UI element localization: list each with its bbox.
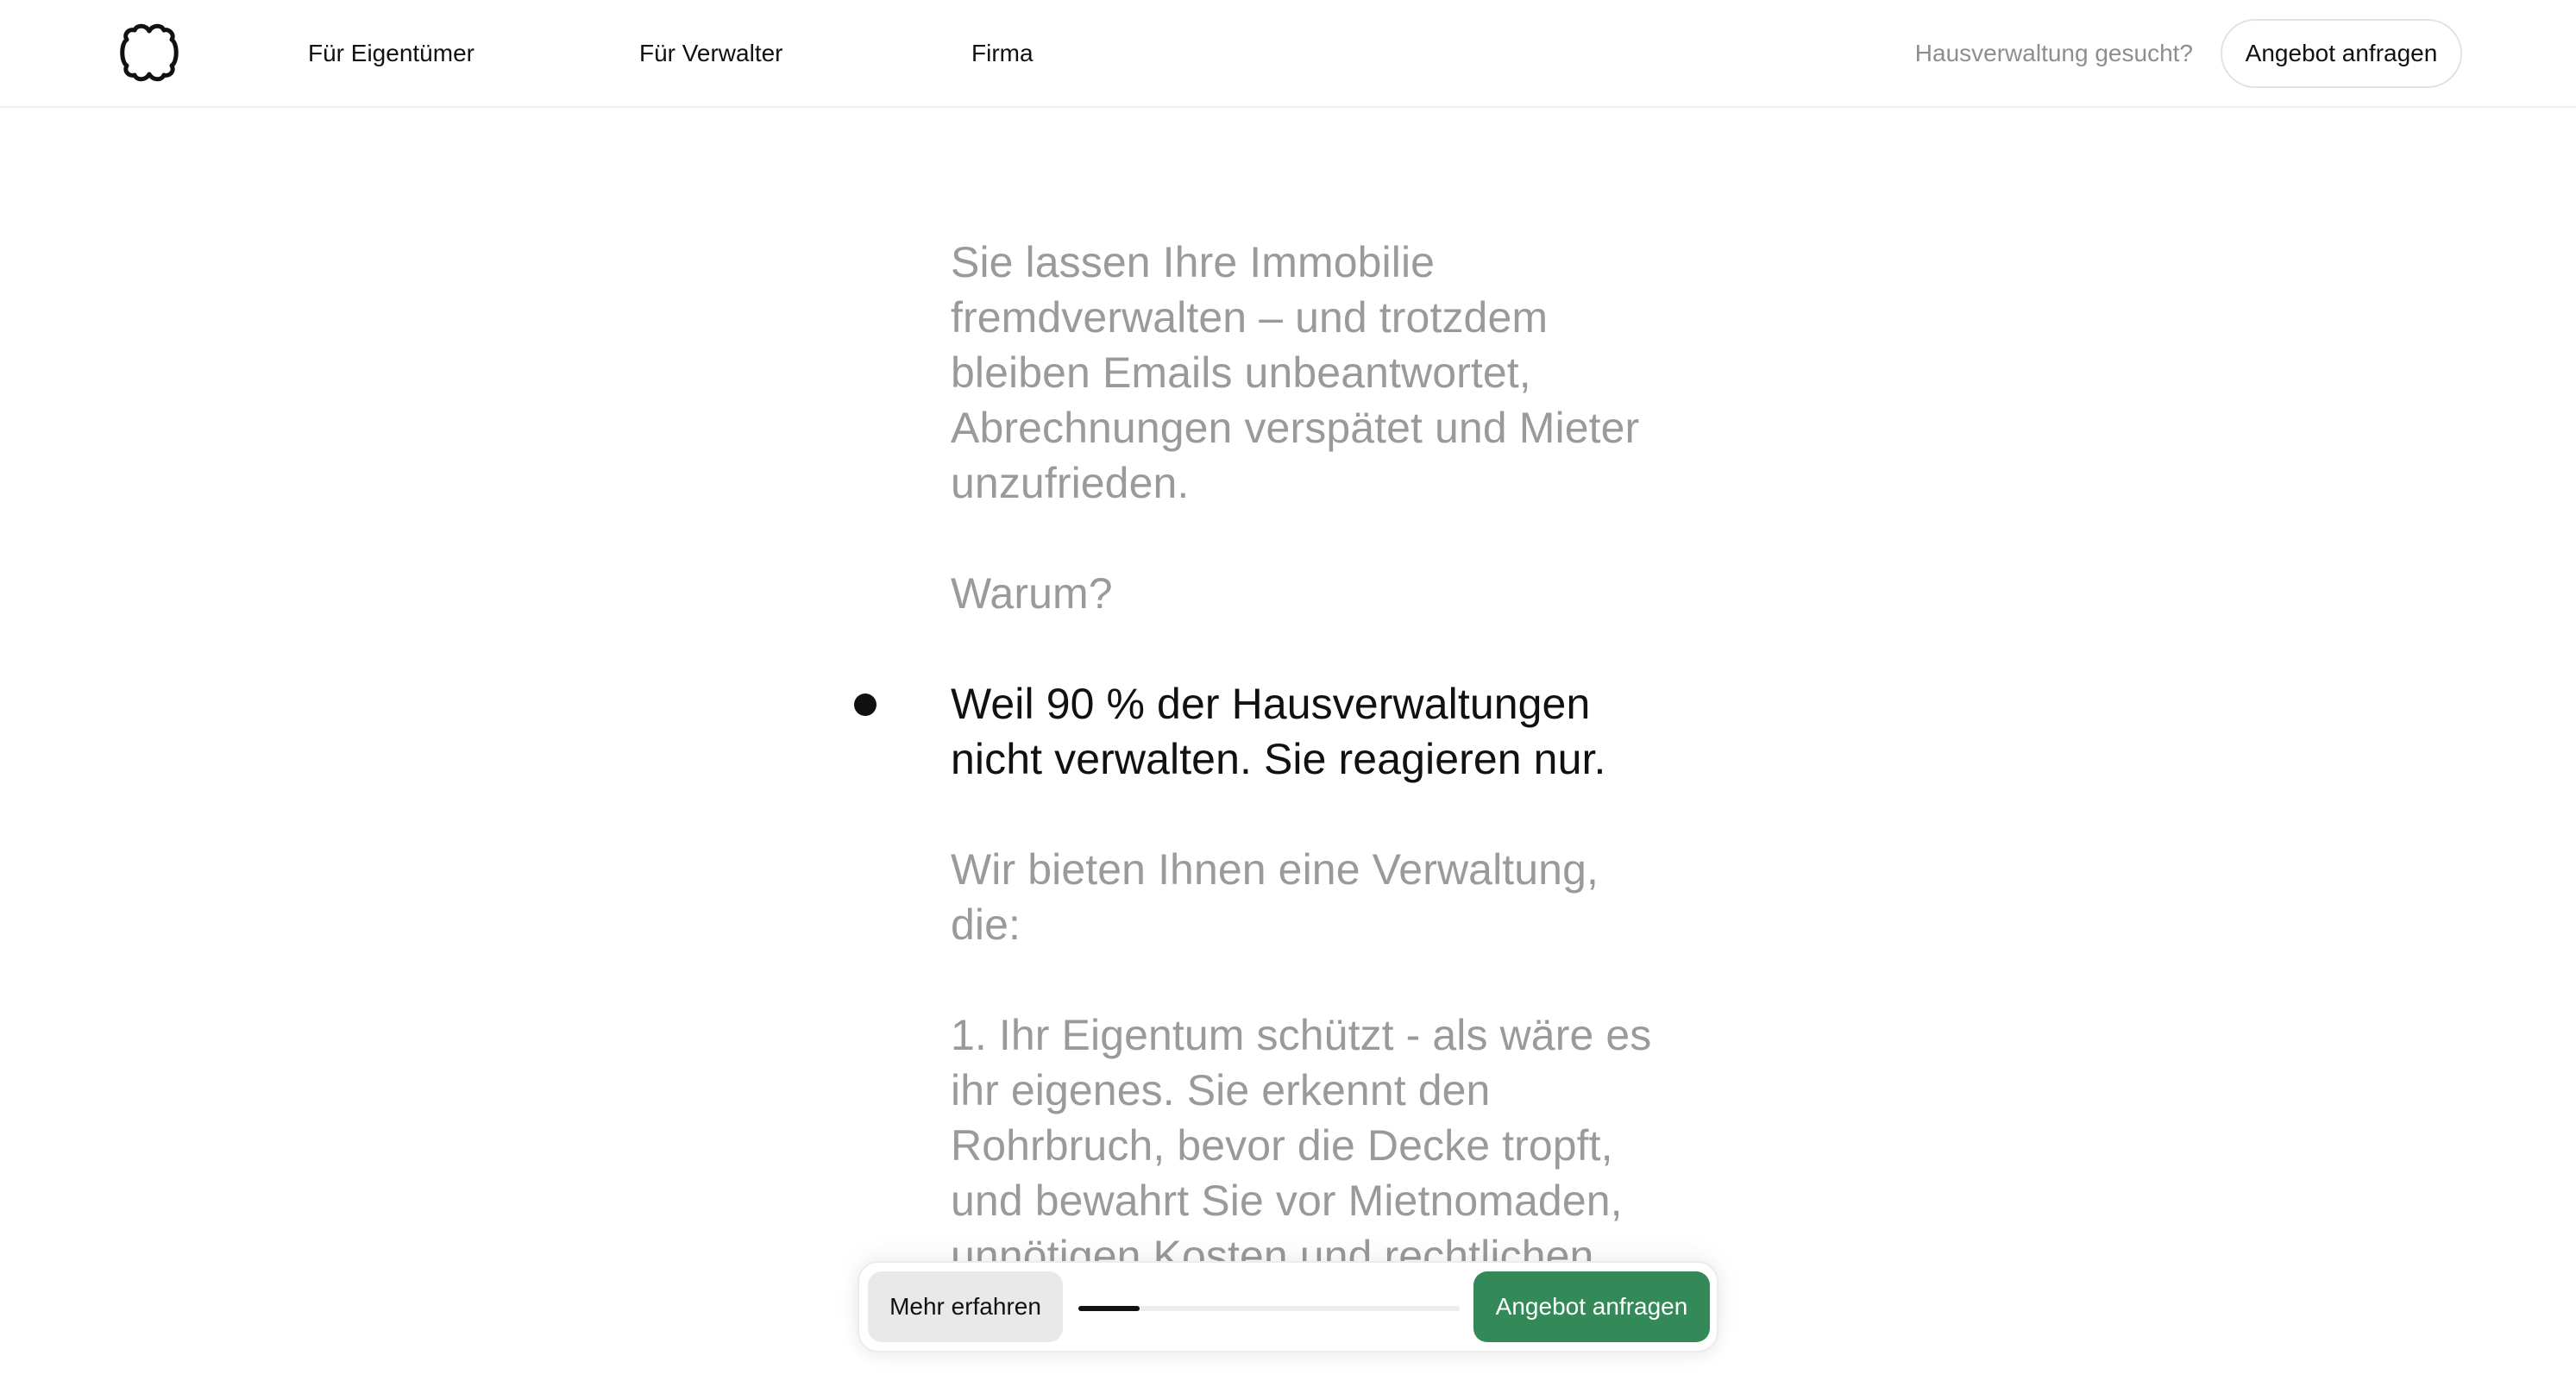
- paragraph-offer: Wir bieten Ihnen eine Verwaltung, die:: [951, 845, 1599, 949]
- property-management-search-link[interactable]: Hausverwaltung gesucht?: [1915, 38, 2193, 69]
- reading-progress-fill: [1078, 1306, 1140, 1311]
- paragraph-answer: Weil 90 % der Hausverwaltungen nicht ver…: [951, 680, 1606, 783]
- request-offer-button[interactable]: Angebot anfragen: [1473, 1271, 1710, 1342]
- paragraph-question: Warum?: [951, 569, 1113, 618]
- scroll-story-text: Sie lassen Ihre Immobilie fremdverwalten…: [951, 235, 1675, 1261]
- bottom-action-bar: Mehr erfahren Angebot anfragen: [858, 1261, 1718, 1352]
- nav-link-owners[interactable]: Für Eigentümer: [308, 38, 474, 69]
- active-paragraph-marker: [854, 694, 876, 716]
- reading-progress-bar[interactable]: [1078, 1306, 1460, 1311]
- nav-link-company[interactable]: Firma: [971, 38, 1034, 69]
- request-offer-header-button[interactable]: Angebot anfragen: [2221, 19, 2462, 88]
- logo-icon[interactable]: [119, 22, 179, 83]
- paragraph-point-1: 1. Ihr Eigentum schützt - als wäre es ih…: [951, 1011, 1652, 1261]
- nav-link-managers[interactable]: Für Verwalter: [639, 38, 783, 69]
- paragraph-intro: Sie lassen Ihre Immobilie fremdverwalten…: [951, 238, 1640, 507]
- learn-more-button[interactable]: Mehr erfahren: [868, 1271, 1063, 1342]
- site-header: Für Eigentümer Für Verwalter Firma Hausv…: [0, 0, 2576, 108]
